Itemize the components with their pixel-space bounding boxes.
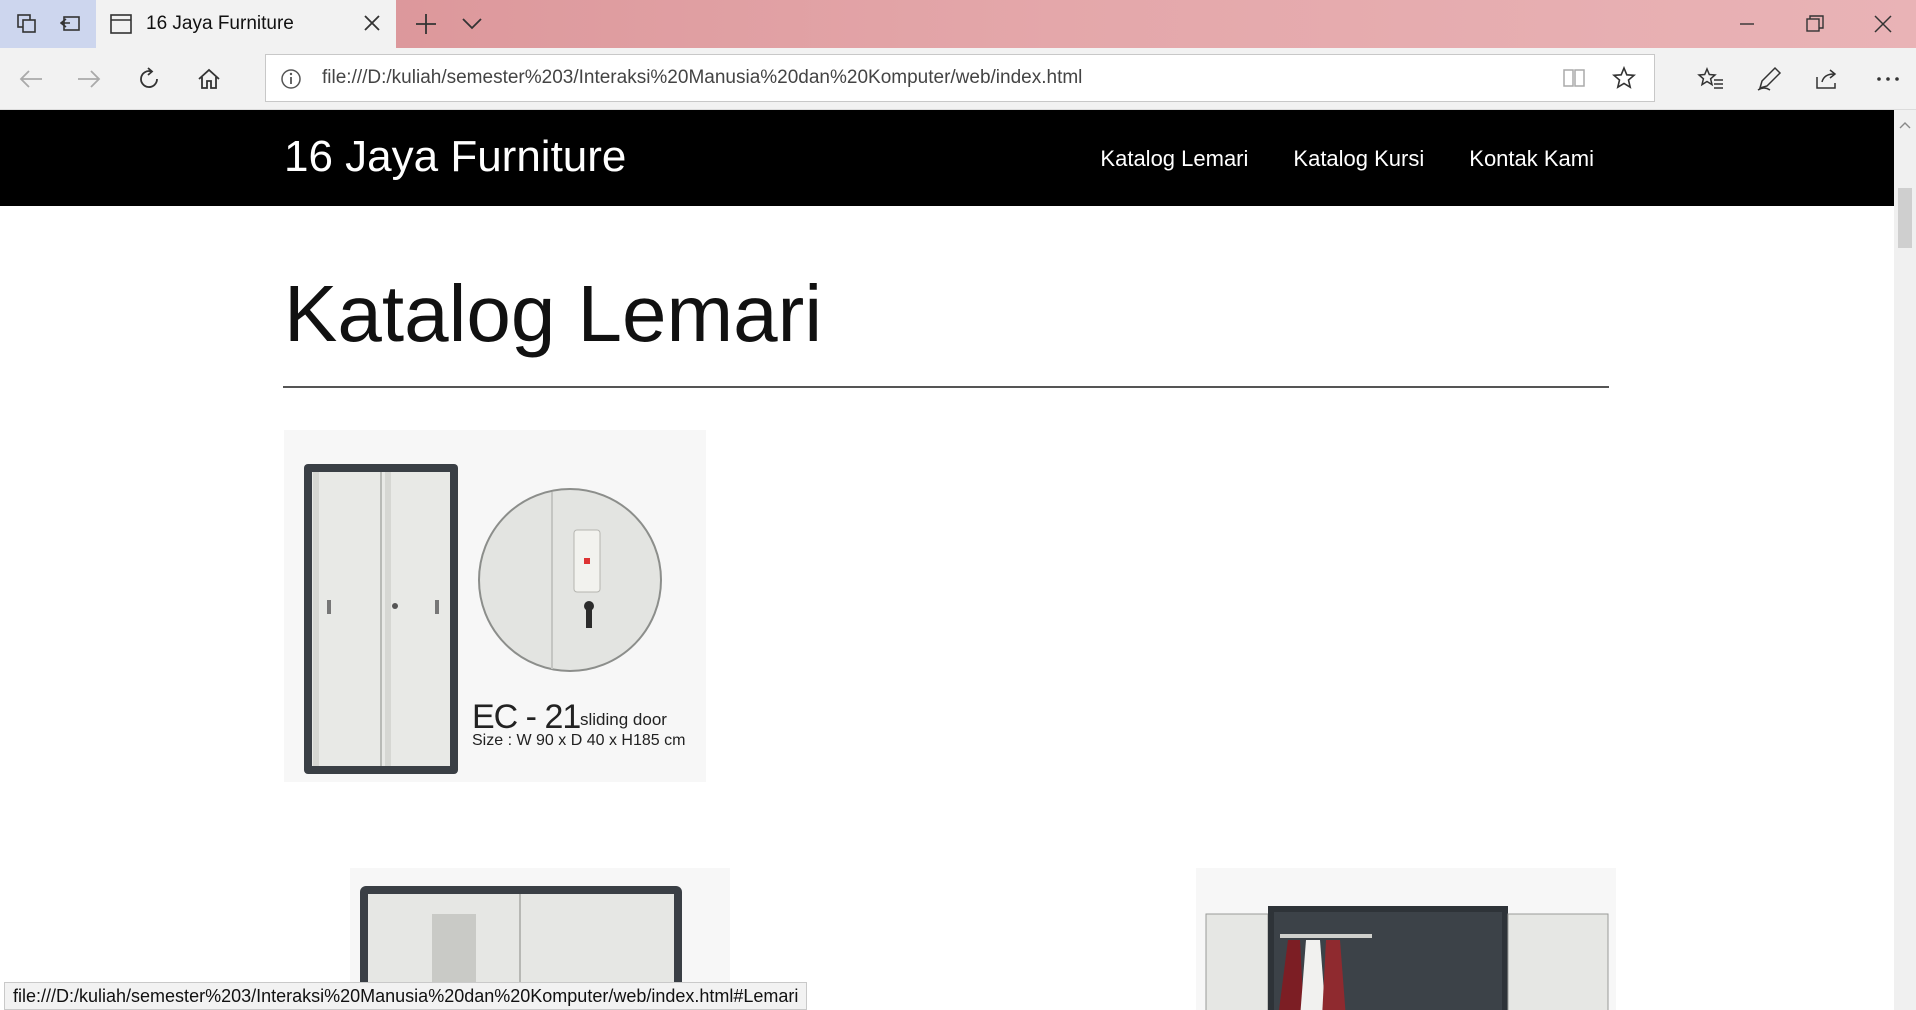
site-info-icon[interactable] [280, 68, 302, 94]
wardrobe-illustration [1205, 906, 1609, 1010]
share-icon[interactable] [1800, 48, 1854, 110]
home-icon[interactable] [182, 48, 236, 110]
product-size: Size : W 90 x D 40 x H185 cm [472, 732, 686, 749]
scrollbar-thumb[interactable] [1898, 188, 1912, 248]
forward-icon[interactable] [62, 48, 116, 110]
tab-title: 16 Jaya Furniture [146, 13, 294, 34]
web-note-pen-icon[interactable] [1742, 48, 1796, 110]
scroll-up-icon[interactable] [1899, 114, 1911, 133]
site-header: 16 Jaya Furniture Katalog Lemari Katalog… [0, 110, 1894, 206]
nav-katalog-lemari[interactable]: Katalog Lemari [1100, 146, 1248, 172]
browser-toolbar: file:///D:/kuliah/semester%203/Interaksi… [0, 48, 1916, 110]
minimize-icon[interactable] [1712, 0, 1782, 48]
nav-katalog-kursi[interactable]: Katalog Kursi [1293, 146, 1424, 172]
product-type: sliding door [580, 710, 667, 729]
active-tab[interactable]: 16 Jaya Furniture [96, 0, 396, 48]
refresh-icon[interactable] [122, 48, 176, 110]
page-icon [110, 14, 132, 38]
close-tab-icon[interactable] [362, 12, 382, 38]
tab-preview-chevron-icon[interactable] [450, 0, 494, 48]
tab-actions-group [0, 0, 96, 48]
status-bar-url: file:///D:/kuliah/semester%203/Interaksi… [4, 982, 808, 1010]
site-nav: Katalog Lemari Katalog Kursi Kontak Kami [1100, 146, 1594, 172]
tab-bar: 16 Jaya Furniture [0, 0, 1916, 48]
section-divider [283, 386, 1609, 388]
page-viewport: 16 Jaya Furniture Katalog Lemari Katalog… [0, 110, 1894, 1010]
close-window-icon[interactable] [1848, 0, 1916, 48]
url-text: file:///D:/kuliah/semester%203/Interaksi… [322, 67, 1083, 88]
page-scrollbar[interactable] [1894, 110, 1916, 1010]
favorite-star-icon[interactable] [1611, 65, 1637, 94]
product-image-ec21: EC - 21 sliding door Size : W 90 x D 40 … [284, 430, 706, 782]
new-tab-icon[interactable] [404, 0, 448, 48]
site-brand[interactable]: 16 Jaya Furniture [284, 132, 626, 182]
reading-view-icon[interactable] [1562, 67, 1586, 93]
favorites-hub-icon[interactable] [1684, 48, 1738, 110]
restore-icon[interactable] [1780, 0, 1850, 48]
address-bar[interactable]: file:///D:/kuliah/semester%203/Interaksi… [265, 54, 1655, 102]
more-options-icon[interactable] [1864, 48, 1912, 110]
product-image-wardrobe [1196, 868, 1616, 1010]
nav-kontak-kami[interactable]: Kontak Kami [1469, 146, 1594, 172]
set-aside-tabs-icon[interactable] [50, 0, 92, 48]
section-title: Katalog Lemari [284, 269, 823, 358]
back-icon[interactable] [4, 48, 58, 110]
tab-stack-icon[interactable] [6, 0, 48, 48]
